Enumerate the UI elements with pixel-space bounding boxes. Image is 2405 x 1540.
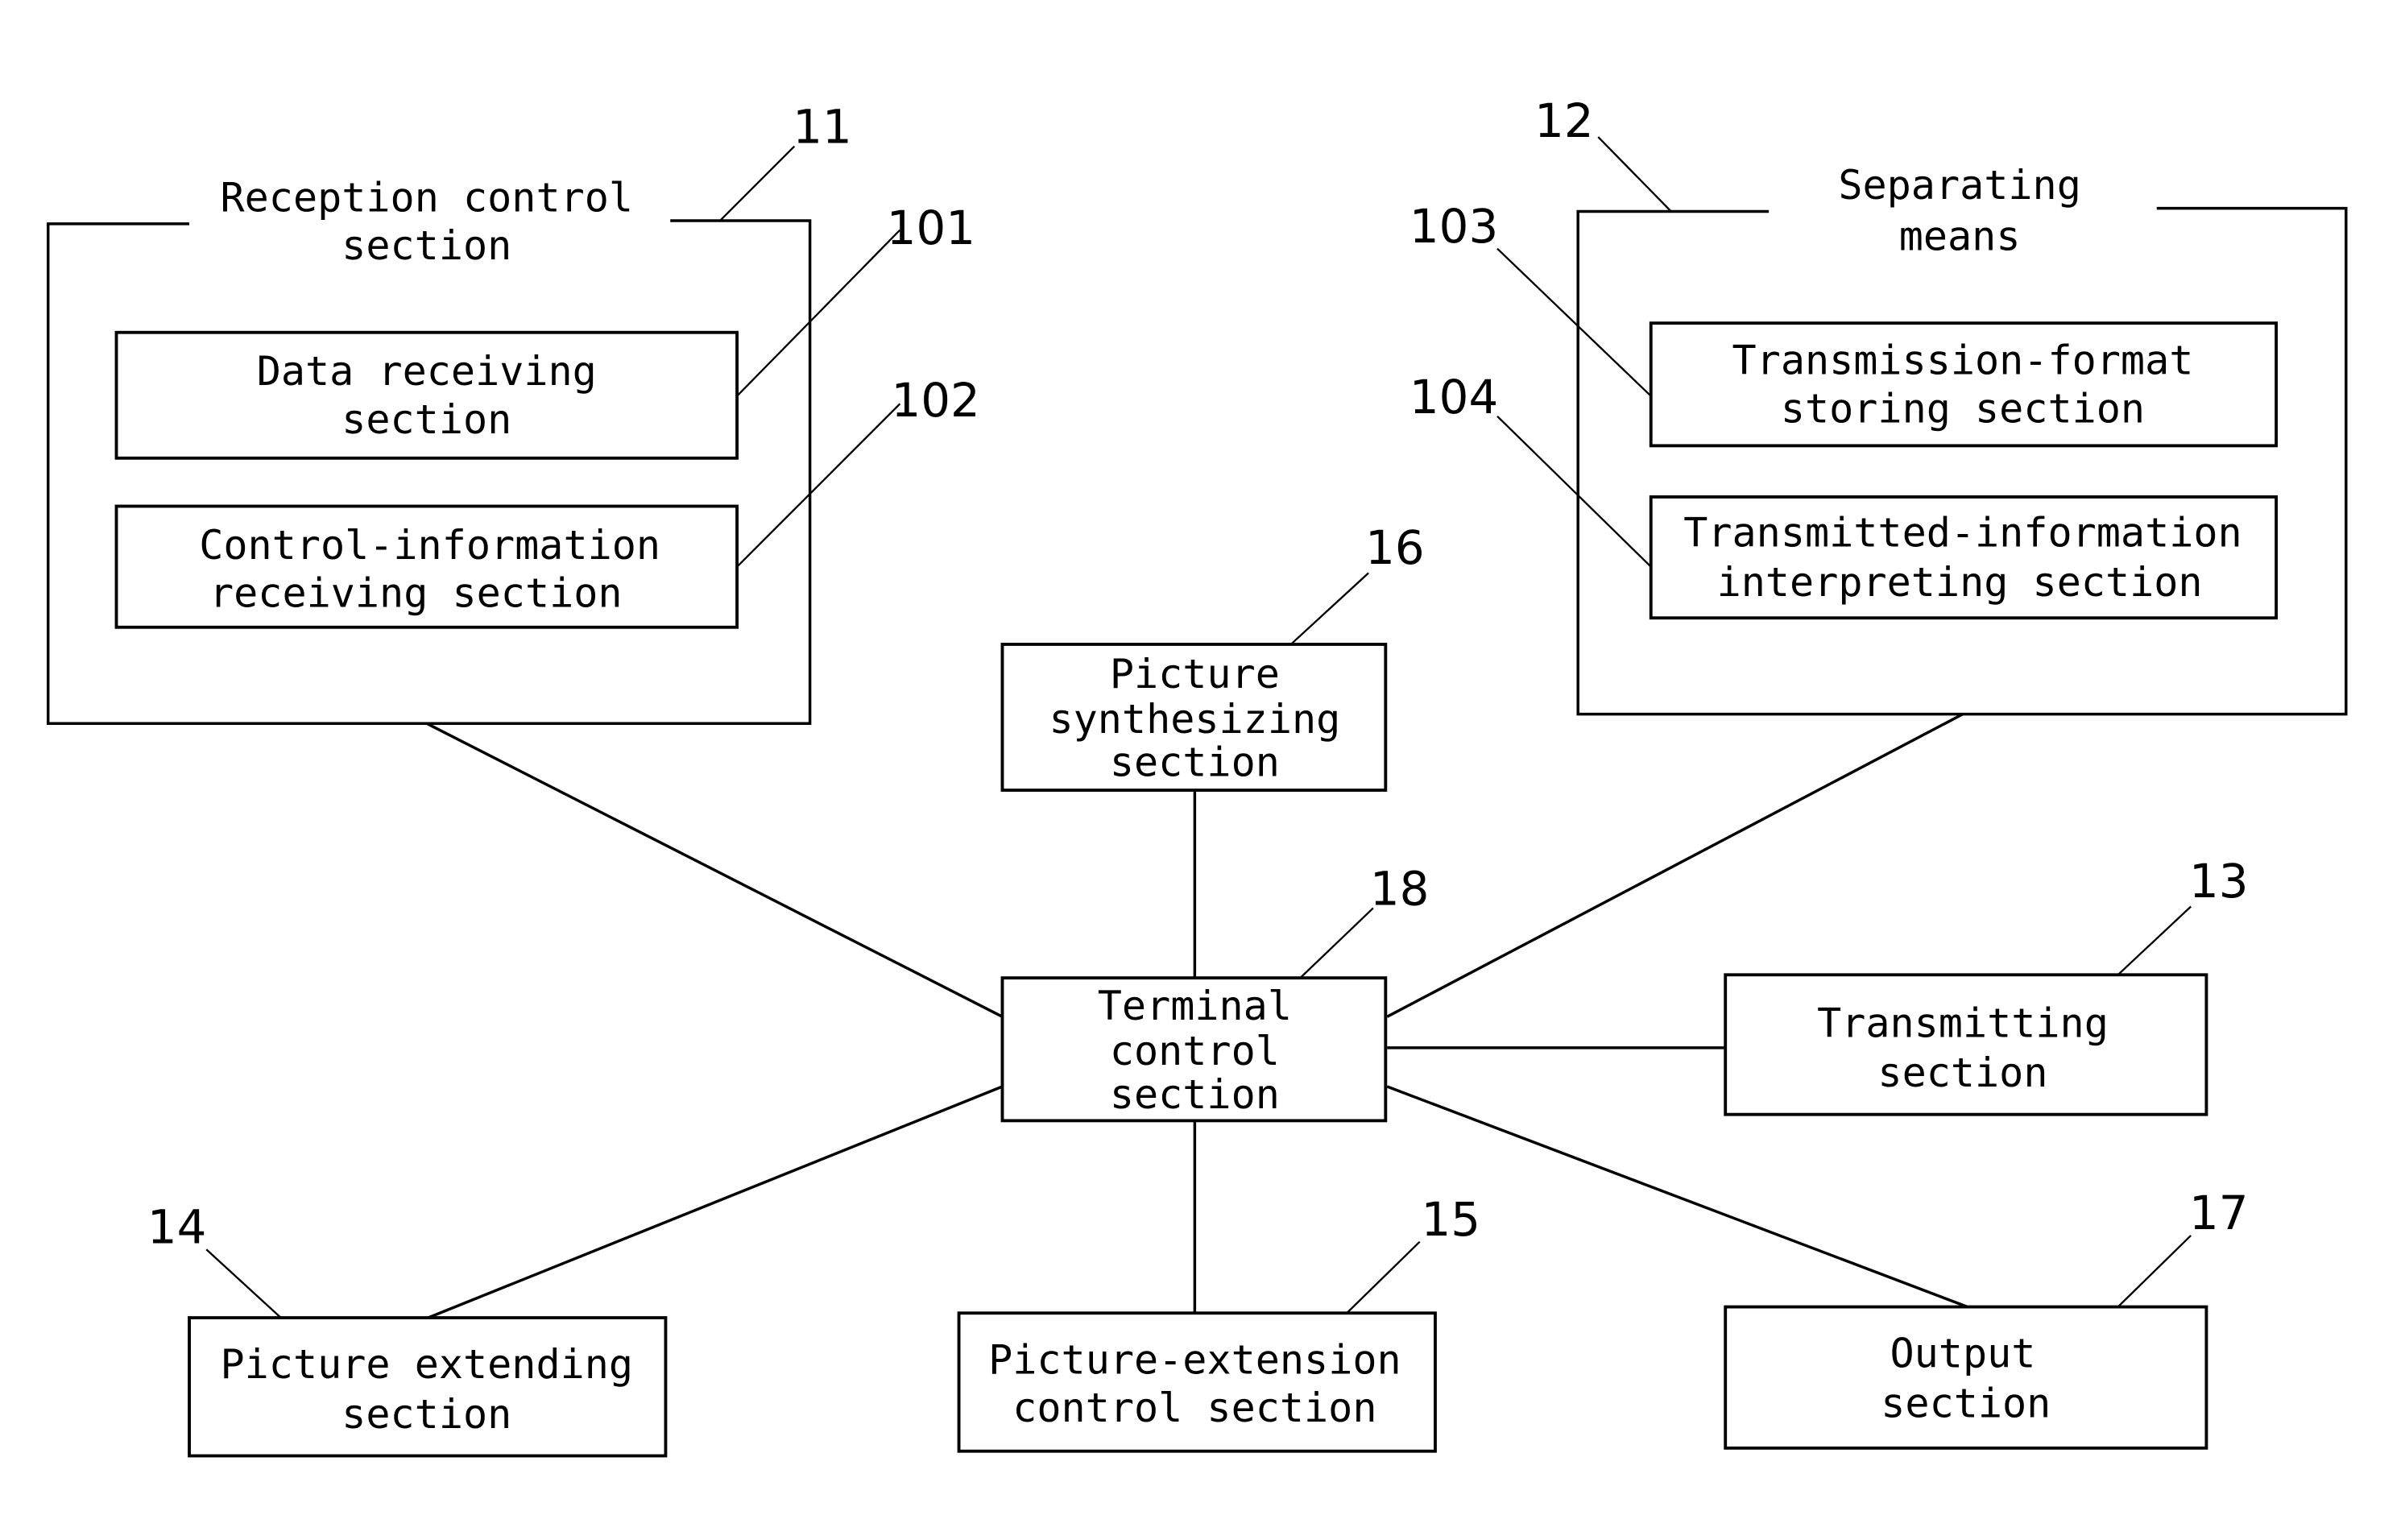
connector-reception-terminal <box>425 722 1004 1018</box>
picture-synth-line2: synthesizing <box>1049 696 1340 743</box>
separating-means: Separating means 12 Transmission-format … <box>1409 93 2348 716</box>
leader-17 <box>2117 1235 2192 1308</box>
output-line2: section <box>1881 1380 2051 1426</box>
leader-103 <box>1496 247 1652 397</box>
connector-separating-terminal <box>1386 713 1964 1018</box>
leader-101 <box>736 229 901 397</box>
ref-14: 14 <box>147 1200 207 1255</box>
picture-synthesizing-section: Picture synthesizing section 16 <box>1000 520 1425 792</box>
ref-13: 13 <box>2189 854 2249 909</box>
block-diagram: Reception control section 11 Data receiv… <box>46 93 2348 1458</box>
terminal-control-section: Terminal control section 18 <box>1000 862 1430 1123</box>
reception-control-section: Reception control section 11 Data receiv… <box>46 100 980 725</box>
control-info-line1: Control-information <box>199 522 660 569</box>
ref-17: 17 <box>2189 1186 2249 1240</box>
output-line1: Output <box>1890 1331 2036 1377</box>
leader-15 <box>1346 1240 1421 1314</box>
ref-104: 104 <box>1409 370 1498 424</box>
picture-synth-line3: section <box>1110 739 1280 786</box>
transmitted-info-line1: Transmitted-information <box>1683 510 2241 557</box>
reception-label-line2: section <box>342 222 511 269</box>
leader-102 <box>736 403 901 568</box>
leader-13 <box>2117 905 2192 976</box>
data-receiving-line2: section <box>342 396 511 443</box>
picture-extending-section: Picture extending section 14 <box>147 1200 668 1458</box>
leader-12 <box>1597 136 1672 213</box>
transmitting-line1: Transmitting <box>1817 1000 2109 1046</box>
ref-11: 11 <box>793 100 852 155</box>
transmitting-line2: section <box>1877 1049 2047 1096</box>
picture-extending-line2: section <box>342 1391 511 1438</box>
leader-104 <box>1496 415 1652 568</box>
ref-101: 101 <box>887 201 975 255</box>
picture-ext-control-line1: Picture-extension <box>988 1336 1401 1383</box>
leader-11 <box>719 145 796 221</box>
transmitted-info-line2: interpreting section <box>1717 559 2203 606</box>
separating-outer-box <box>1576 206 2348 716</box>
transmitting-section: Transmitting section 13 <box>1724 854 2249 1116</box>
ref-15: 15 <box>1421 1192 1480 1247</box>
reception-outer-box <box>46 219 812 725</box>
terminal-control-line1: Terminal <box>1098 983 1292 1029</box>
control-info-line2: receiving section <box>209 570 623 617</box>
ref-12: 12 <box>1534 93 1594 148</box>
separating-label-line2: means <box>1899 213 2021 260</box>
picture-extending-line1: Picture extending <box>221 1341 634 1388</box>
connector-terminal-extending <box>428 1085 1004 1319</box>
picture-ext-control-line2: control section <box>1012 1385 1376 1431</box>
reception-label-line1: Reception control <box>221 174 634 221</box>
separating-label-line1: Separating <box>1838 162 2081 209</box>
ref-102: 102 <box>892 373 980 428</box>
ref-16: 16 <box>1365 520 1425 575</box>
leader-18 <box>1299 907 1374 979</box>
terminal-control-line2: control <box>1110 1028 1280 1074</box>
data-receiving-line1: Data receiving <box>257 348 597 395</box>
picture-extension-control-section: Picture-extension control section 15 <box>957 1192 1480 1453</box>
output-box <box>1724 1305 2208 1450</box>
output-section: Output section 17 <box>1724 1186 2249 1450</box>
ref-103: 103 <box>1409 199 1498 254</box>
transmission-format-line1: Transmission-format <box>1732 337 2194 384</box>
terminal-control-line3: section <box>1110 1071 1280 1118</box>
picture-synth-line1: Picture <box>1110 651 1280 698</box>
transmission-format-line2: storing section <box>1781 385 2145 432</box>
leader-16 <box>1290 572 1369 645</box>
leader-14 <box>205 1248 282 1319</box>
ref-18: 18 <box>1370 862 1430 917</box>
